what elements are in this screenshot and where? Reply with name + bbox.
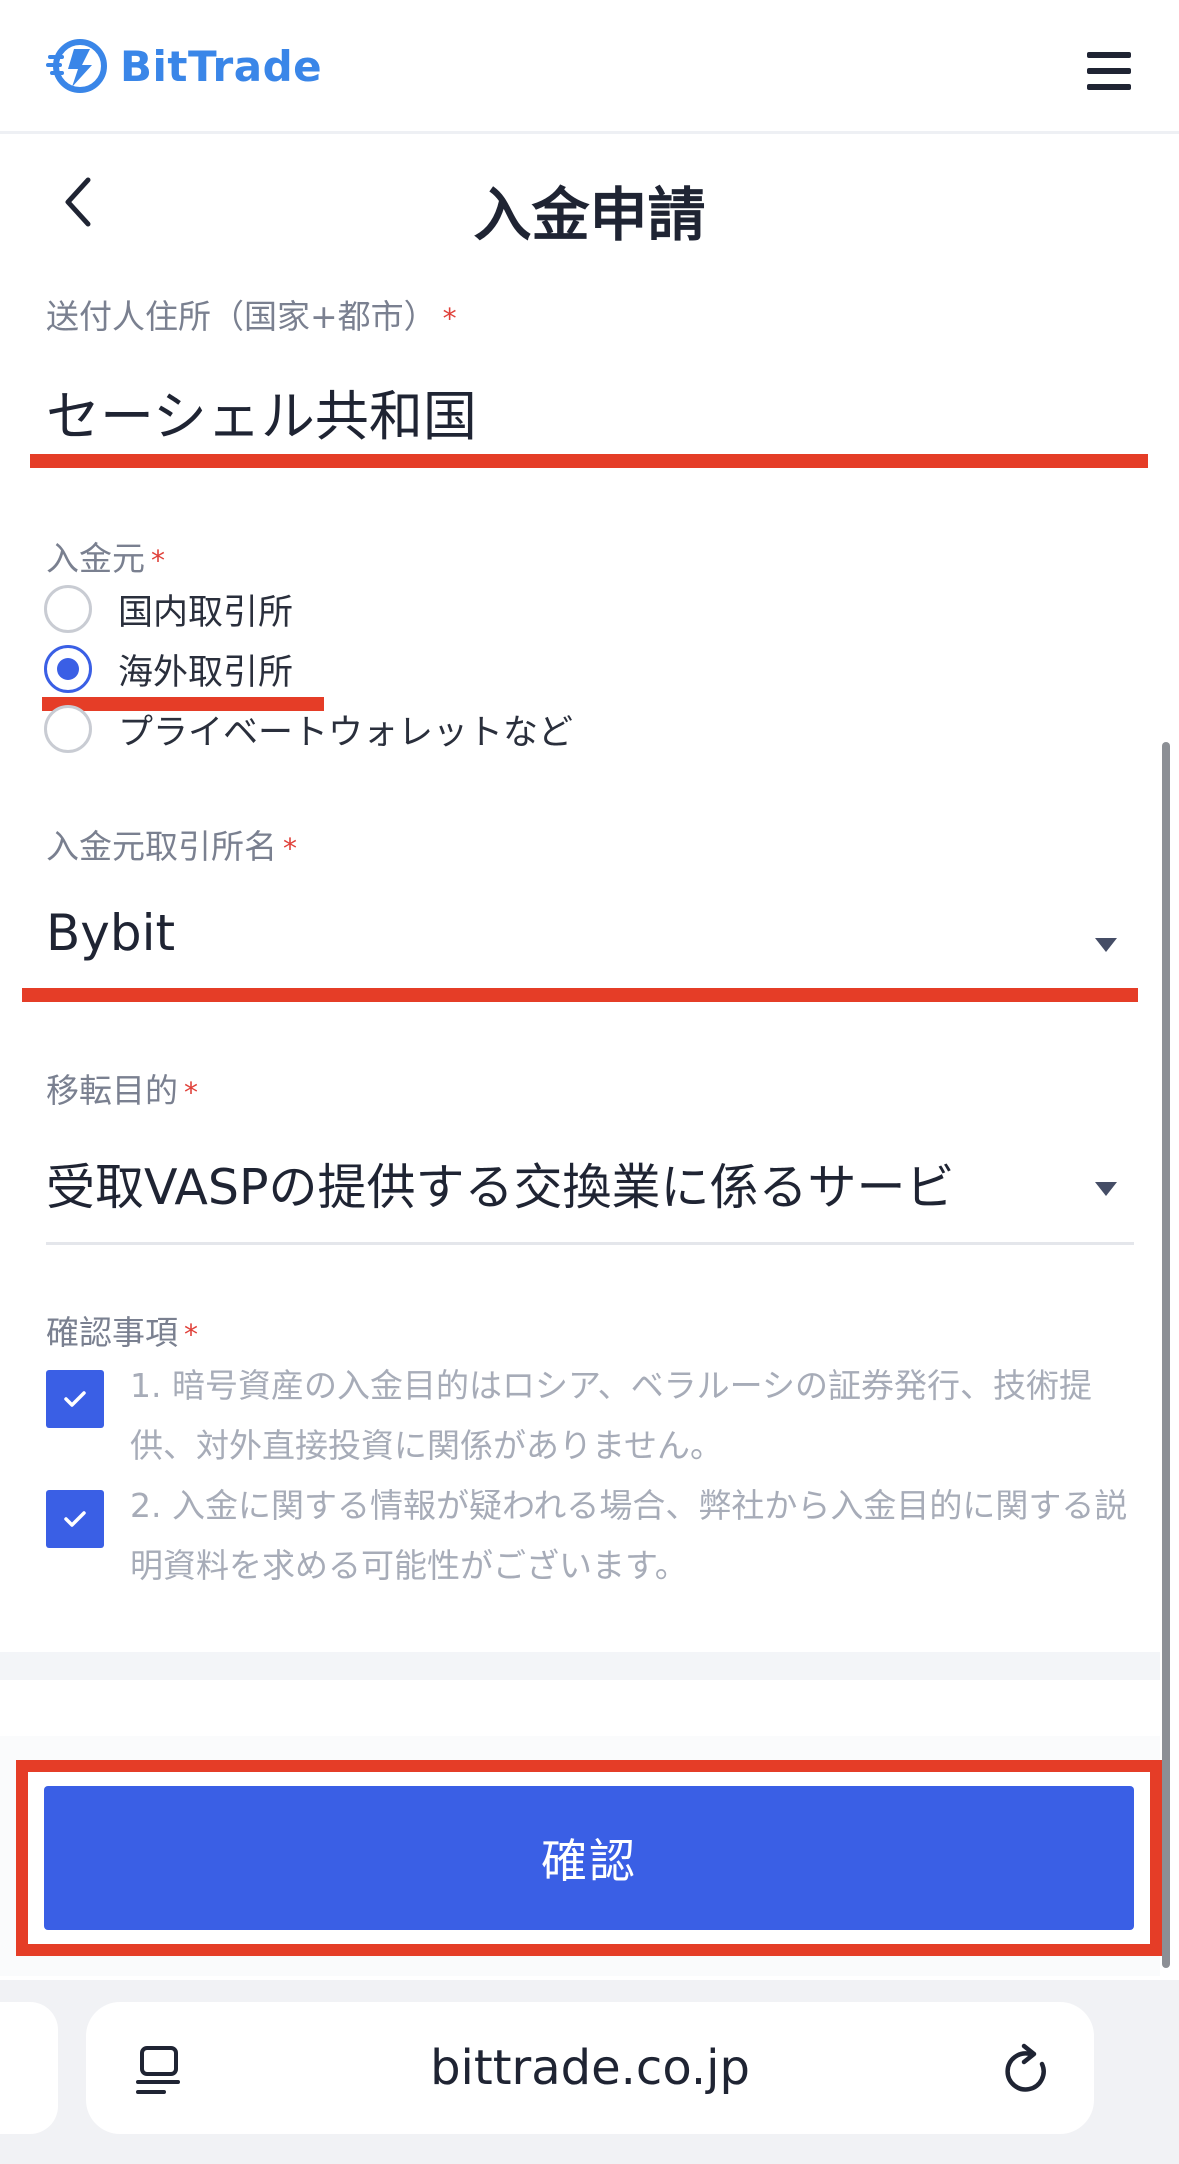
brand-name: BitTrade: [120, 41, 323, 91]
reload-icon[interactable]: [1002, 2042, 1054, 2098]
bittrade-logo-icon: [46, 39, 107, 93]
confirmation-item-1[interactable]: 1. 暗号資産の入金目的はロシア、ベラルーシの証券発行、技術提供、対外直接投資に…: [46, 1356, 1136, 1476]
radio-button[interactable]: [44, 705, 92, 753]
confirm-button[interactable]: 確認: [44, 1786, 1134, 1930]
exchange-name-label: 入金元取引所名 *: [46, 827, 297, 866]
confirmations-label: 確認事項 *: [46, 1313, 198, 1352]
radio-label: プライベートウォレットなど: [118, 712, 574, 753]
transfer-purpose-label: 移転目的 *: [46, 1071, 198, 1110]
section-separator: [0, 1652, 1160, 1680]
radio-button-selected[interactable]: [44, 645, 92, 693]
required-mark: *: [442, 302, 457, 335]
page-title: 入金申請: [473, 181, 706, 249]
confirmation-item-2[interactable]: 2. 入金に関する情報が疑われる場合、弊社から入金目的に関する説明資料を求める可…: [46, 1476, 1136, 1596]
hamburger-menu-icon[interactable]: [1087, 52, 1131, 92]
caret-down-icon: [1095, 1182, 1117, 1196]
site-header: BitTrade: [0, 0, 1179, 134]
exchange-name-select[interactable]: Bybit: [46, 904, 1134, 984]
highlight-underline: [30, 454, 1148, 468]
radio-label: 国内取引所: [118, 592, 294, 633]
radio-button[interactable]: [44, 585, 92, 633]
caret-down-icon: [1095, 938, 1117, 952]
sender-address-input[interactable]: セーシェル共和国: [46, 372, 477, 451]
required-mark: *: [184, 1318, 198, 1351]
exchange-name-value: Bybit: [46, 904, 176, 962]
sender-address-label: 送付人住所（国家+都市） *: [46, 297, 457, 336]
url-text[interactable]: bittrade.co.jp: [86, 2040, 1094, 2096]
checkbox-checked[interactable]: [46, 1370, 104, 1428]
checkmark-icon: [64, 1511, 86, 1527]
scrollbar[interactable]: [1162, 742, 1170, 1968]
transfer-purpose-select[interactable]: 受取VASPの提供する交換業に係るサービ: [46, 1148, 1134, 1228]
highlight-underline: [22, 988, 1138, 1002]
brand-logo[interactable]: BitTrade: [46, 34, 322, 98]
field-divider: [46, 1242, 1134, 1245]
radio-option-domestic[interactable]: 国内取引所: [44, 584, 293, 634]
radio-option-overseas[interactable]: 海外取引所: [44, 644, 293, 694]
deposit-source-label: 入金元 *: [46, 539, 165, 578]
required-mark: *: [151, 544, 165, 577]
checkmark-icon: [64, 1391, 86, 1407]
transfer-purpose-value: 受取VASPの提供する交換業に係るサービ: [46, 1159, 955, 1216]
confirmation-text: 2. 入金に関する情報が疑われる場合、弊社から入金目的に関する説明資料を求める可…: [130, 1486, 1128, 1585]
previous-tab-preview[interactable]: [0, 2002, 58, 2134]
confirmation-text: 1. 暗号資産の入金目的はロシア、ベラルーシの証券発行、技術提供、対外直接投資に…: [130, 1366, 1093, 1465]
checkbox-checked[interactable]: [46, 1490, 104, 1548]
required-mark: *: [283, 832, 297, 865]
radio-option-private-wallet[interactable]: プライベートウォレットなど: [44, 704, 573, 754]
radio-label: 海外取引所: [118, 652, 294, 693]
required-mark: *: [184, 1076, 198, 1109]
